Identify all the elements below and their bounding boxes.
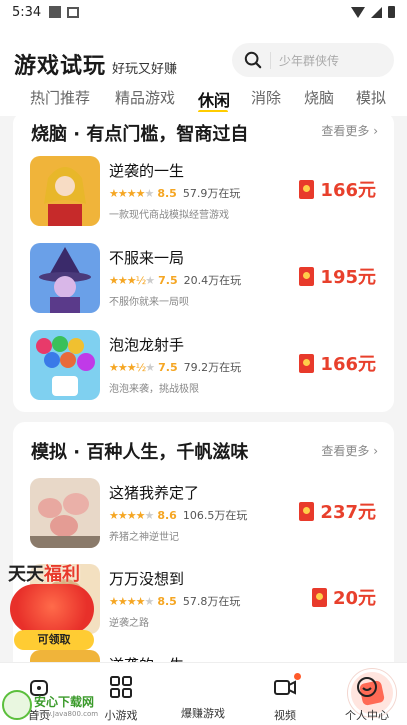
profile-icon: [357, 677, 377, 697]
red-packet-icon: [299, 501, 315, 521]
red-packet-icon: [299, 179, 315, 199]
game-name: 泡泡龙射手: [109, 336, 185, 354]
game-thumbnail: [30, 478, 100, 548]
game-description: 不服你就来一局呗: [109, 297, 189, 308]
nav-money-games[interactable]: 爆赚游戏: [168, 669, 396, 721]
player-count: 20.4万在玩: [183, 274, 242, 287]
search-input[interactable]: 少年群侠传: [232, 43, 394, 77]
tab-match[interactable]: 消除: [251, 87, 281, 108]
game-thumbnail: [30, 330, 100, 400]
reward-amount: 195元: [320, 267, 376, 288]
section-title: 模拟 · 百种人生，千帆滋味: [31, 442, 249, 463]
player-count: 57.8万在玩: [182, 595, 241, 608]
search-placeholder: 少年群侠传: [270, 51, 339, 69]
game-thumbnail: [30, 243, 100, 313]
player-count: 79.2万在玩: [183, 361, 242, 374]
reward-amount: 166元: [320, 354, 376, 375]
game-name: 逆袭的一生: [109, 162, 185, 180]
claim-button[interactable]: 可领取: [14, 630, 94, 650]
tab-premium[interactable]: 精品游戏: [115, 87, 175, 108]
site-watermark: 安心下载网 www.Java800.com: [2, 690, 98, 720]
status-bar: 5:34: [0, 0, 407, 24]
reward-badge: 166元: [299, 350, 376, 376]
rating-score: 8.5: [157, 186, 177, 200]
game-description: 养猪之神逆世记: [109, 532, 179, 543]
rating-stars: ★★★½★: [109, 360, 155, 374]
game-name: 不服来一局: [109, 249, 185, 267]
signal-icon: [371, 6, 382, 18]
see-more-link[interactable]: 查看更多 ›: [321, 442, 378, 459]
rating-stars: ★★★★★: [109, 508, 154, 522]
tab-hot[interactable]: 热门推荐: [30, 87, 90, 108]
list-item[interactable]: 泡泡龙射手 ★★★½★ 7.5 79.2万在玩 泡泡来袭，挑战极限 166元: [13, 330, 394, 406]
status-time: 5:34: [12, 4, 42, 20]
list-item[interactable]: 不服来一局 ★★★½★ 7.5 20.4万在玩 不服你就来一局呗 195元: [13, 243, 394, 319]
wifi-icon: [351, 6, 365, 18]
gift-icon: [10, 584, 94, 634]
rating-stars: ★★★½★: [109, 273, 155, 287]
reward-badge: 237元: [299, 498, 376, 524]
see-more-link[interactable]: 查看更多 ›: [321, 122, 378, 139]
game-meta: ★★★★★ 8.6 106.5万在玩: [109, 507, 247, 523]
reward-badge: 20元: [311, 584, 376, 610]
page-subtitle: 好玩又好赚: [112, 62, 178, 77]
player-count: 106.5万在玩: [182, 509, 248, 522]
rating-stars: ★★★★★: [109, 594, 154, 608]
rating-score: 7.5: [158, 273, 178, 287]
rating-score: 7.5: [158, 360, 178, 374]
rating-stars: ★★★★★: [109, 186, 154, 200]
game-name: 这猪我养定了: [109, 484, 200, 502]
red-packet-icon: [311, 587, 327, 607]
daily-bonus-widget[interactable]: 天天福利 可领取: [6, 560, 102, 652]
game-name: 万万没想到: [109, 570, 185, 588]
reward-amount: 166元: [320, 180, 376, 201]
tab-casual[interactable]: 休闲: [198, 87, 230, 111]
video-icon: [274, 680, 296, 695]
tab-brain[interactable]: 烧脑: [304, 87, 334, 108]
game-description: 一款现代商战模拟经营游戏: [109, 210, 229, 221]
search-icon: [244, 51, 262, 69]
reward-badge: 166元: [299, 176, 376, 202]
reward-amount: 20元: [332, 588, 376, 609]
red-packet-icon: [299, 266, 315, 286]
nav-video[interactable]: 视频: [250, 673, 320, 723]
reward-badge: 195元: [299, 263, 376, 289]
section-card-brain: 烧脑 · 有点门槛，智商过自 查看更多 › 逆袭的一生 ★★★★★ 8.5 57…: [13, 112, 394, 412]
game-description: 泡泡来袭，挑战极限: [109, 384, 199, 395]
game-thumbnail: [30, 156, 100, 226]
game-meta: ★★★★★ 8.5 57.9万在玩: [109, 185, 240, 201]
game-meta: ★★★½★ 7.5 79.2万在玩: [109, 359, 241, 375]
rating-score: 8.6: [157, 508, 177, 522]
game-description: 逆袭之路: [109, 618, 149, 629]
promo-title: 天天福利: [8, 564, 80, 585]
list-item[interactable]: 这猪我养定了 ★★★★★ 8.6 106.5万在玩 养猪之神逆世记 237元: [13, 478, 394, 554]
player-count: 57.9万在玩: [182, 187, 241, 200]
nav-profile[interactable]: 个人中心: [332, 675, 402, 723]
notification-icon: [49, 6, 62, 18]
section-title: 烧脑 · 有点门槛，智商过自: [31, 124, 249, 145]
reward-amount: 237元: [320, 502, 376, 523]
grid-icon: [110, 676, 132, 698]
brand: 游戏试玩 好玩又好赚: [14, 48, 177, 80]
page-title: 游戏试玩: [14, 54, 107, 79]
notification-icon: [67, 6, 80, 18]
tab-sim[interactable]: 模拟: [356, 87, 386, 108]
rating-score: 8.5: [157, 594, 177, 608]
game-meta: ★★★½★ 7.5 20.4万在玩: [109, 272, 241, 288]
watermark-logo-icon: [2, 690, 32, 720]
notification-dot: [294, 673, 301, 680]
red-packet-icon: [299, 353, 315, 373]
game-meta: ★★★★★ 8.5 57.8万在玩: [109, 593, 240, 609]
list-item[interactable]: 逆袭的一生 ★★★★★ 8.5 57.9万在玩 一款现代商战模拟经营游戏 166…: [13, 156, 394, 232]
battery-icon: [388, 6, 395, 18]
